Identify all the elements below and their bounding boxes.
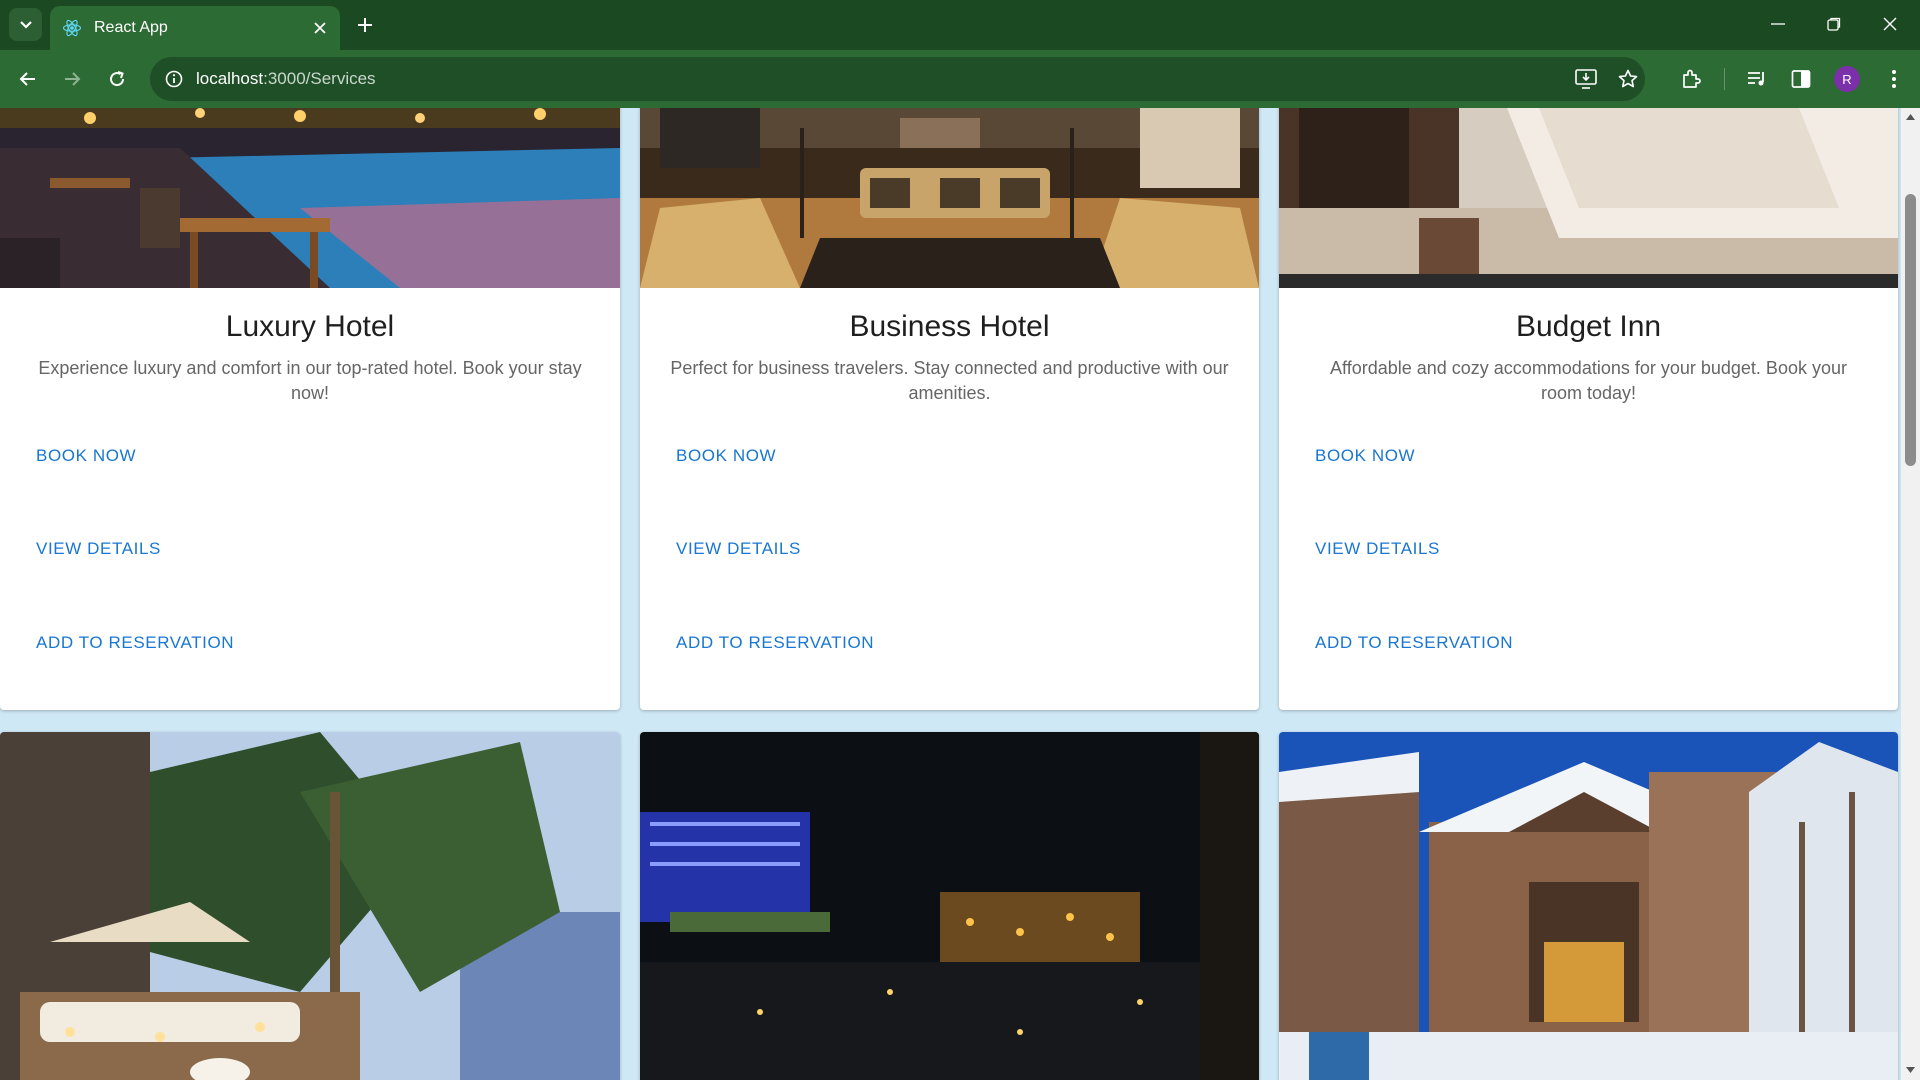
hotel-card-5 xyxy=(640,732,1259,1080)
tropical-beach-resort-image xyxy=(0,732,620,1080)
add-to-reservation-button[interactable]: ADD TO RESERVATION xyxy=(676,633,874,653)
restore-icon[interactable] xyxy=(1806,6,1862,42)
address-bar[interactable]: localhost:3000/Services xyxy=(150,57,1645,101)
scroll-up-icon[interactable] xyxy=(1905,111,1916,123)
react-favicon-icon xyxy=(62,18,82,38)
url-host: localhost xyxy=(196,69,264,88)
close-window-icon[interactable] xyxy=(1862,6,1918,42)
reload-icon[interactable] xyxy=(101,63,133,95)
view-details-button[interactable]: VIEW DETAILS xyxy=(676,539,801,559)
extensions-icon[interactable] xyxy=(1675,63,1707,95)
active-tab[interactable]: React App xyxy=(50,6,340,50)
card-description: Perfect for business travelers. Stay con… xyxy=(670,358,1229,403)
minimize-icon[interactable] xyxy=(1750,6,1806,42)
tab-list-icon[interactable] xyxy=(9,8,42,41)
card-description: Affordable and cozy accommodations for y… xyxy=(1330,358,1847,403)
forward-icon[interactable] xyxy=(56,63,88,95)
hotel-card-4 xyxy=(0,732,620,1080)
add-to-reservation-button[interactable]: ADD TO RESERVATION xyxy=(1315,633,1513,653)
card-title: Luxury Hotel xyxy=(225,310,395,343)
side-panel-icon[interactable] xyxy=(1785,63,1817,95)
plus-icon[interactable] xyxy=(350,10,380,40)
hotel-card-budget: Budget Inn Affordable and cozy accommoda… xyxy=(1279,108,1898,710)
star-icon[interactable] xyxy=(1616,67,1640,91)
book-now-button[interactable]: BOOK NOW xyxy=(676,446,776,466)
hotel-card-luxury: Luxury Hotel Experience luxury and comfo… xyxy=(0,108,620,710)
browser-toolbar: localhost:3000/Services R xyxy=(0,50,1920,108)
media-controls-icon[interactable] xyxy=(1741,63,1773,95)
card-title: Business Hotel xyxy=(849,310,1050,343)
add-to-reservation-button[interactable]: ADD TO RESERVATION xyxy=(36,633,234,653)
kebab-menu-icon[interactable] xyxy=(1878,63,1910,95)
hotel-card-6 xyxy=(1279,732,1898,1080)
install-app-icon[interactable] xyxy=(1574,67,1598,91)
view-details-button[interactable]: VIEW DETAILS xyxy=(1315,539,1440,559)
card-title: Budget Inn xyxy=(1515,310,1662,343)
hotel-bedroom-image xyxy=(1279,108,1898,288)
book-now-button[interactable]: BOOK NOW xyxy=(1315,446,1415,466)
back-icon[interactable] xyxy=(12,63,44,95)
view-details-button[interactable]: VIEW DETAILS xyxy=(36,539,161,559)
url-text[interactable]: localhost:3000/Services xyxy=(196,69,376,89)
tab-strip: React App xyxy=(0,0,1920,50)
hotel-card-business: Business Hotel Perfect for business trav… xyxy=(640,108,1259,710)
card-description: Experience luxury and comfort in our top… xyxy=(38,358,582,403)
url-path: :3000/Services xyxy=(263,69,376,88)
city-night-skyline-image xyxy=(640,732,1259,1080)
book-now-button[interactable]: BOOK NOW xyxy=(36,446,136,466)
page-viewport: Luxury Hotel Experience luxury and comfo… xyxy=(0,108,1920,1080)
resort-pool-terrace-image xyxy=(0,108,620,288)
hotel-lobby-lounge-image xyxy=(640,108,1259,288)
scroll-thumb[interactable] xyxy=(1905,194,1916,466)
avatar[interactable]: R xyxy=(1834,66,1860,92)
scroll-down-icon[interactable] xyxy=(1905,1064,1916,1076)
tab-title: React App xyxy=(94,19,168,36)
vertical-scrollbar[interactable] xyxy=(1901,108,1920,1080)
toolbar-divider xyxy=(1724,68,1725,90)
site-info-icon[interactable] xyxy=(162,67,186,91)
snowy-mountain-lodge-image xyxy=(1279,732,1898,1080)
close-icon[interactable] xyxy=(306,14,334,42)
